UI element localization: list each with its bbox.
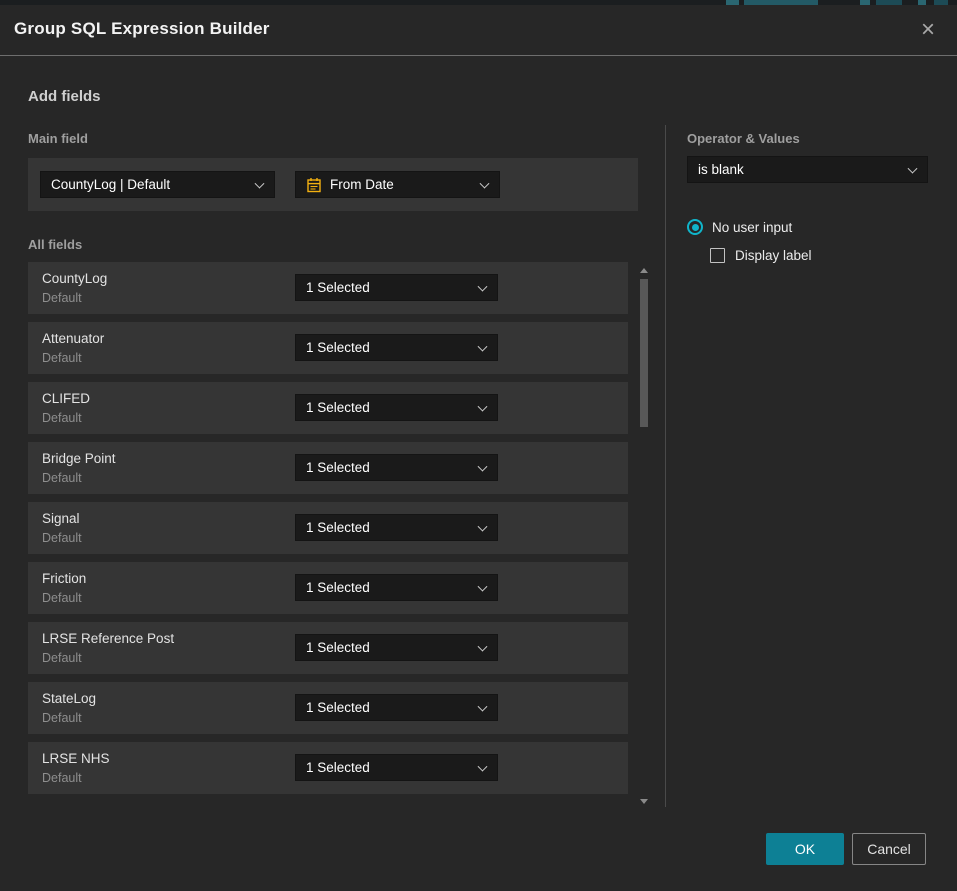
field-row: CLIFED Default 1 Selected <box>28 382 628 434</box>
main-field-source-select[interactable]: CountyLog | Default <box>40 171 275 198</box>
field-selected-value: 1 Selected <box>306 280 370 295</box>
close-icon[interactable]: × <box>914 16 942 44</box>
chevron-down-icon <box>478 701 488 711</box>
chevron-down-icon <box>478 761 488 771</box>
field-selected-dropdown[interactable]: 1 Selected <box>295 454 498 481</box>
dialog-title: Group SQL Expression Builder <box>14 19 270 39</box>
field-selected-dropdown[interactable]: 1 Selected <box>295 694 498 721</box>
field-name: LRSE Reference Post <box>42 631 174 646</box>
field-selected-value: 1 Selected <box>306 460 370 475</box>
chevron-down-icon <box>478 341 488 351</box>
field-subtitle: Default <box>42 651 82 665</box>
main-field-source-value: CountyLog | Default <box>51 177 170 192</box>
operator-select-value: is blank <box>698 162 744 177</box>
field-subtitle: Default <box>42 291 82 305</box>
field-selected-dropdown[interactable]: 1 Selected <box>295 274 498 301</box>
field-row: LRSE NHS Default 1 Selected <box>28 742 628 794</box>
field-selected-value: 1 Selected <box>306 700 370 715</box>
field-subtitle: Default <box>42 771 82 785</box>
scroll-down-icon[interactable] <box>640 799 648 804</box>
main-field-panel: CountyLog | Default From Date <box>28 158 638 211</box>
field-name: StateLog <box>42 691 96 706</box>
chevron-down-icon <box>478 641 488 651</box>
field-subtitle: Default <box>42 411 82 425</box>
chevron-down-icon <box>255 178 265 188</box>
field-selected-dropdown[interactable]: 1 Selected <box>295 514 498 541</box>
scroll-up-icon[interactable] <box>640 268 648 273</box>
field-name: CountyLog <box>42 271 107 286</box>
operator-values-label: Operator & Values <box>687 131 800 146</box>
chevron-down-icon <box>478 461 488 471</box>
operator-select[interactable]: is blank <box>687 156 928 183</box>
field-row: LRSE Reference Post Default 1 Selected <box>28 622 628 674</box>
chevron-down-icon <box>478 521 488 531</box>
field-row: Friction Default 1 Selected <box>28 562 628 614</box>
field-selected-dropdown[interactable]: 1 Selected <box>295 394 498 421</box>
checkbox-unchecked-icon <box>710 248 725 263</box>
field-selected-value: 1 Selected <box>306 580 370 595</box>
calendar-date-icon <box>306 177 322 193</box>
field-selected-value: 1 Selected <box>306 760 370 775</box>
field-selected-dropdown[interactable]: 1 Selected <box>295 334 498 361</box>
chevron-down-icon <box>478 581 488 591</box>
field-selected-value: 1 Selected <box>306 640 370 655</box>
no-user-input-radio[interactable]: No user input <box>687 219 792 235</box>
title-divider <box>0 55 957 56</box>
field-subtitle: Default <box>42 711 82 725</box>
field-subtitle: Default <box>42 531 82 545</box>
field-name: Attenuator <box>42 331 104 346</box>
field-selected-value: 1 Selected <box>306 520 370 535</box>
display-label-text: Display label <box>735 248 812 263</box>
display-label-checkbox[interactable]: Display label <box>710 248 812 263</box>
ok-button[interactable]: OK <box>766 833 844 865</box>
main-field-date-value: From Date <box>330 177 394 192</box>
chevron-down-icon <box>480 178 490 188</box>
group-sql-expression-builder-dialog: Group SQL Expression Builder × Add field… <box>0 5 957 891</box>
panel-divider <box>665 125 666 807</box>
fields-list-scrollbar[interactable] <box>638 262 650 810</box>
field-name: Friction <box>42 571 86 586</box>
radio-selected-icon <box>687 219 703 235</box>
field-selected-dropdown[interactable]: 1 Selected <box>295 754 498 781</box>
field-selected-dropdown[interactable]: 1 Selected <box>295 634 498 661</box>
field-row: StateLog Default 1 Selected <box>28 682 628 734</box>
field-name: CLIFED <box>42 391 90 406</box>
all-fields-label: All fields <box>28 237 82 252</box>
dialog-title-bar: Group SQL Expression Builder × <box>0 5 957 55</box>
no-user-input-label: No user input <box>712 220 792 235</box>
all-fields-list: CountyLog Default 1 Selected Attenuator Defa… <box>28 262 628 800</box>
field-row: CountyLog Default 1 Selected <box>28 262 628 314</box>
field-selected-dropdown[interactable]: 1 Selected <box>295 574 498 601</box>
cancel-button[interactable]: Cancel <box>852 833 926 865</box>
field-row: Signal Default 1 Selected <box>28 502 628 554</box>
field-name: Signal <box>42 511 80 526</box>
main-field-label: Main field <box>28 131 88 146</box>
chevron-down-icon <box>908 163 918 173</box>
field-row: Bridge Point Default 1 Selected <box>28 442 628 494</box>
field-subtitle: Default <box>42 471 82 485</box>
chevron-down-icon <box>478 401 488 411</box>
add-fields-heading: Add fields <box>28 88 101 105</box>
field-selected-value: 1 Selected <box>306 400 370 415</box>
field-subtitle: Default <box>42 591 82 605</box>
main-field-date-select[interactable]: From Date <box>295 171 500 198</box>
field-row: Attenuator Default 1 Selected <box>28 322 628 374</box>
field-name: Bridge Point <box>42 451 116 466</box>
field-subtitle: Default <box>42 351 82 365</box>
scrollbar-thumb[interactable] <box>640 279 648 427</box>
chevron-down-icon <box>478 281 488 291</box>
field-selected-value: 1 Selected <box>306 340 370 355</box>
field-name: LRSE NHS <box>42 751 110 766</box>
